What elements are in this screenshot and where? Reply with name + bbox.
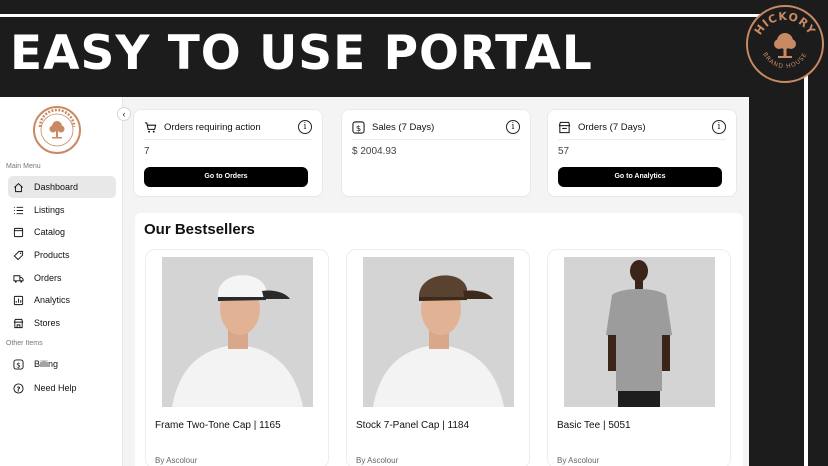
divider [558,139,726,140]
divider [352,139,520,140]
go-to-orders-button[interactable]: Go to Orders [144,167,308,187]
product-vendor: By Ascolour [557,456,600,465]
tag-icon [13,250,24,261]
sidebar-item-label: Dashboard [34,182,79,192]
chevron-left-icon: ‹ [122,109,126,119]
portal-window: Main Menu Dashboard Listings Catalog Pro… [0,97,749,466]
main-menu-heading: Main Menu [6,163,41,170]
dollar-box-icon: $ [352,121,365,134]
product-image [363,257,514,407]
go-to-analytics-button[interactable]: Go to Analytics [558,167,722,187]
stat-card-sales: $ Sales (7 Days) i $ 2004.93 [341,109,531,197]
sidebar-item-products[interactable]: Products [8,244,116,266]
truck-icon [13,273,24,284]
sidebar-item-label: Need Help [34,383,77,393]
sidebar-item-label: Orders [34,273,62,283]
stat-card-orders-7days: Orders (7 Days) i 57 Go to Analytics [547,109,737,197]
product-card[interactable]: Frame Two-Tone Cap | 1165 By Ascolour [145,249,329,466]
svg-text:$: $ [356,123,361,133]
product-name: Basic Tee | 5051 [557,420,631,431]
chart-icon [13,295,24,306]
info-icon[interactable]: i [712,120,726,134]
svg-text:?: ? [17,385,21,393]
sidebar-item-stores[interactable]: Stores [8,312,116,334]
store-icon [13,318,24,329]
sidebar: Main Menu Dashboard Listings Catalog Pro… [0,97,123,466]
sidebar-item-orders[interactable]: Orders [8,267,116,289]
product-image [162,257,313,407]
headline: EASY TO USE PORTAL [10,26,593,81]
sidebar-item-listings[interactable]: Listings [8,199,116,221]
product-image [564,257,715,407]
sidebar-item-label: Billing [34,359,59,369]
sidebar-item-billing[interactable]: $ Billing [8,353,116,375]
product-name: Frame Two-Tone Cap | 1165 [155,420,281,431]
help-icon: ? [13,382,24,394]
info-icon[interactable]: i [506,120,520,134]
sidebar-item-analytics[interactable]: Analytics [8,289,116,311]
product-vendor: By Ascolour [356,456,399,465]
sidebar-logo [32,105,82,155]
brand-logo: HICKORY BRAND HOUSE [746,5,824,83]
stat-title: Orders requiring action [164,122,261,133]
svg-text:$: $ [16,360,21,369]
stat-title: Orders (7 Days) [578,122,646,133]
product-card[interactable]: Basic Tee | 5051 By Ascolour [547,249,731,466]
screen: EASY TO USE PORTAL HICKORY BRAND HOUSE M… [0,0,828,466]
stat-value: 57 [558,146,570,157]
sidebar-item-label: Products [34,250,70,260]
stat-title: Sales (7 Days) [372,122,435,133]
cart-icon [144,122,157,133]
sidebar-item-label: Stores [34,318,61,328]
sidebar-item-label: Listings [34,205,65,215]
product-card[interactable]: Stock 7-Panel Cap | 1184 By Ascolour [346,249,530,466]
product-name: Stock 7-Panel Cap | 1184 [356,420,470,431]
sidebar-collapse-button[interactable]: ‹ [117,107,131,121]
sidebar-item-need-help[interactable]: ? Need Help [8,377,116,399]
bestsellers-panel: Our Bestsellers Frame Two-Tone Cap | 116… [135,213,743,466]
frame-line-top [0,14,760,17]
stat-value: 7 [144,146,150,157]
stat-value: $ 2004.93 [352,146,397,157]
dollar-icon: $ [13,358,24,370]
sidebar-item-label: Catalog [34,227,66,237]
dashboard-main: Orders requiring action i 7 Go to Orders… [123,97,749,466]
list-icon [13,205,24,216]
sidebar-item-catalog[interactable]: Catalog [8,221,116,243]
other-items-heading: Other Items [6,340,43,347]
stat-card-orders-action: Orders requiring action i 7 Go to Orders [133,109,323,197]
home-icon [13,182,24,193]
product-vendor: By Ascolour [155,456,198,465]
bestsellers-title: Our Bestsellers [144,221,255,238]
divider [144,139,312,140]
frame-line-right [804,72,808,466]
sidebar-item-dashboard[interactable]: Dashboard [8,176,116,198]
book-icon [13,227,24,238]
sidebar-item-label: Analytics [34,295,71,305]
storefront-icon [558,121,571,134]
info-icon[interactable]: i [298,120,312,134]
